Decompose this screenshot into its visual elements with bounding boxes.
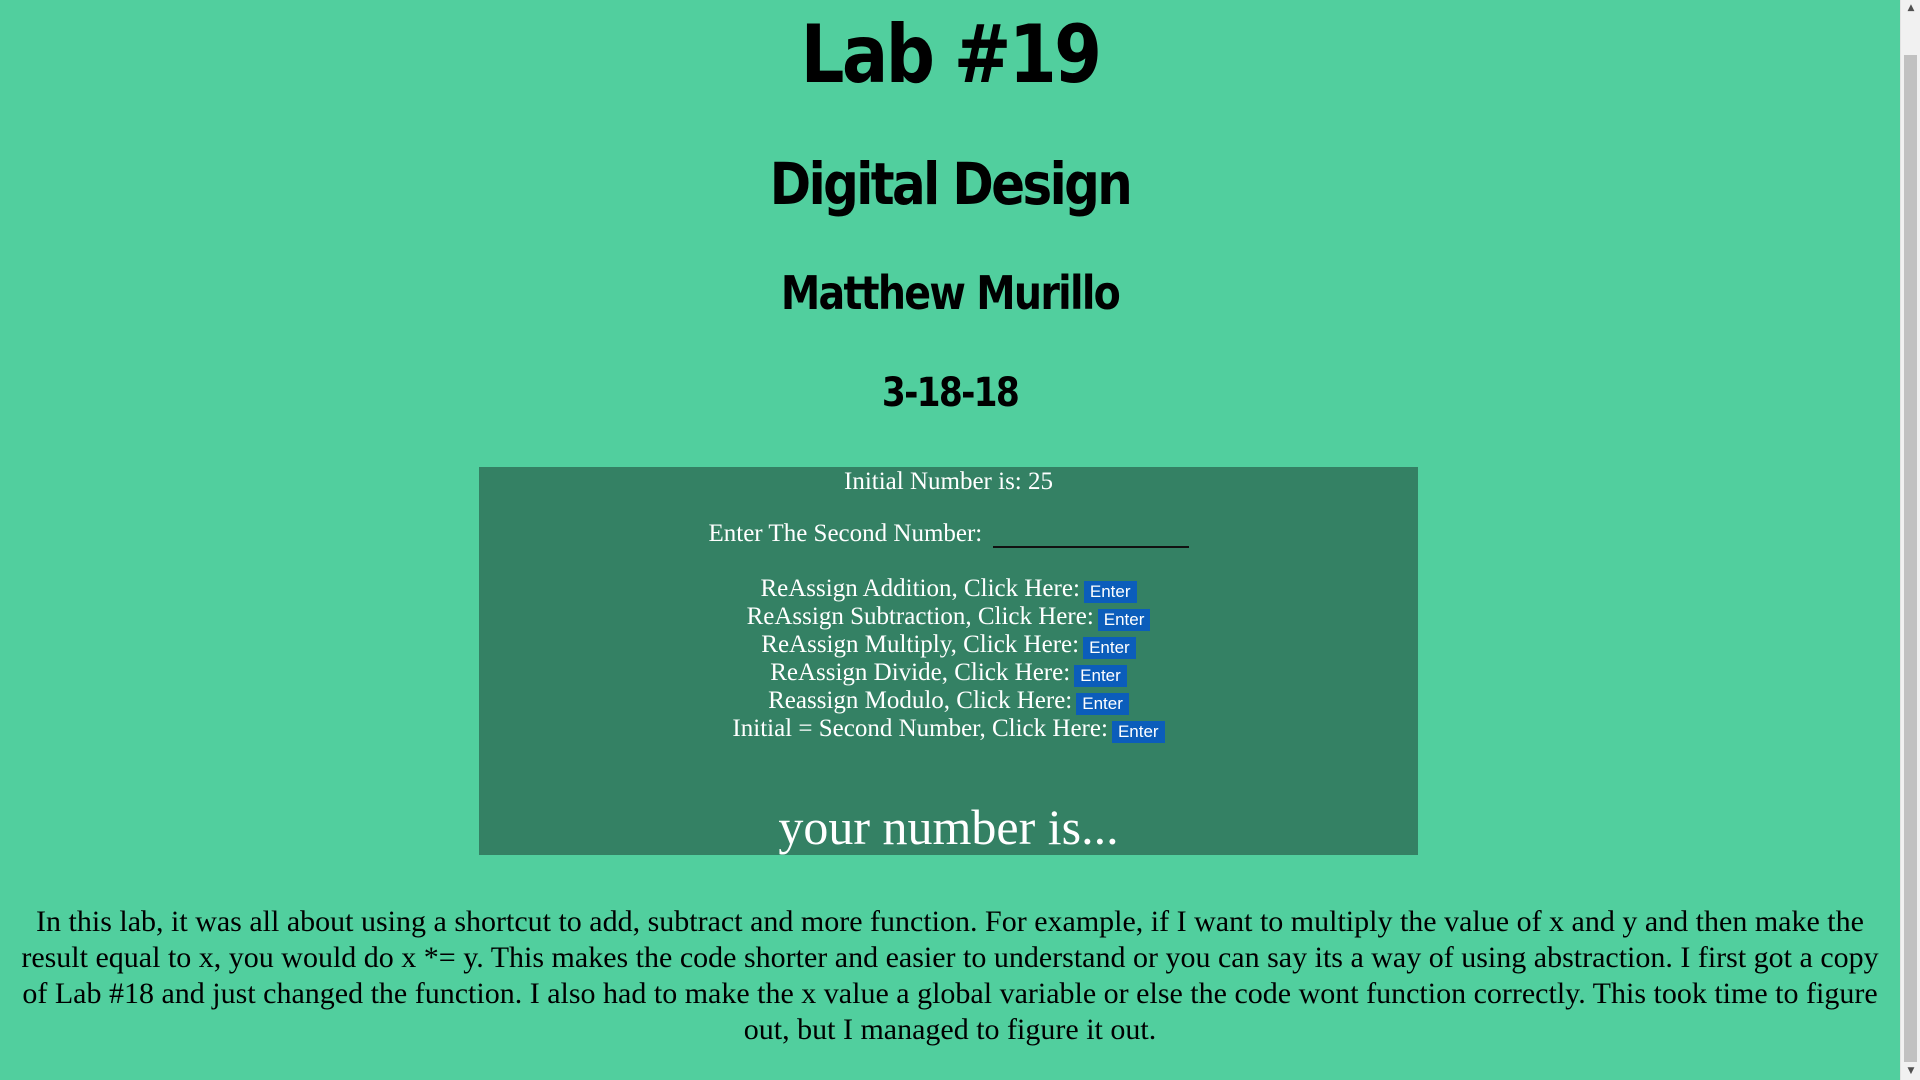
scroll-up-arrow-icon[interactable]: ▲ xyxy=(1901,0,1920,17)
second-number-row: Enter The Second Number: xyxy=(479,519,1418,549)
addition-enter-button[interactable]: Enter xyxy=(1083,581,1137,604)
operation-label-divide: ReAssign Divide, Click Here: xyxy=(770,659,1071,686)
second-number-input[interactable] xyxy=(992,522,1189,549)
operation-label-multiply: ReAssign Multiply, Click Here: xyxy=(761,631,1080,658)
vertical-scrollbar[interactable]: ▲ ▼ xyxy=(1900,0,1920,1080)
lab-description: In this lab, it was all about using a sh… xyxy=(21,905,1879,1046)
operations-list: ReAssign Addition, Click Here: Enter ReAs… xyxy=(479,575,1418,744)
initial-number-text: Initial Number is: 25 xyxy=(844,468,1053,495)
operation-row-modulo: Reassign Modulo, Click Here: Enter xyxy=(479,687,1418,716)
operation-row-addition: ReAssign Addition, Click Here: Enter xyxy=(479,575,1418,604)
operation-label-assign: Initial = Second Number, Click Here: xyxy=(732,715,1108,742)
operation-label-subtraction: ReAssign Subtraction, Click Here: xyxy=(746,603,1094,630)
scroll-down-arrow-icon[interactable]: ▼ xyxy=(1901,1063,1920,1080)
modulo-enter-button[interactable]: Enter xyxy=(1076,693,1129,716)
operation-label-addition: ReAssign Addition, Click Here: xyxy=(760,575,1080,602)
operation-row-divide: ReAssign Divide, Click Here: Enter xyxy=(479,659,1418,688)
operation-label-modulo: Reassign Modulo, Click Here: xyxy=(768,687,1073,714)
page: Lab #19 Digital Design Matthew Murillo 3… xyxy=(0,0,1900,1080)
scrollbar-thumb[interactable] xyxy=(1904,55,1917,1062)
second-number-label: Enter The Second Number: xyxy=(708,520,983,547)
course-title: Digital Design xyxy=(769,150,1133,218)
date: 3-18-18 xyxy=(881,370,1020,416)
operation-row-subtraction: ReAssign Subtraction, Click Here: Enter xyxy=(479,603,1418,632)
page-title: Lab #19 xyxy=(800,8,1102,101)
divide-enter-button[interactable]: Enter xyxy=(1074,665,1127,688)
assign-enter-button[interactable]: Enter xyxy=(1111,721,1165,744)
author-name: Matthew Murillo xyxy=(780,266,1121,320)
calculator-panel: Initial Number is: 25 Enter The Second N… xyxy=(479,467,1418,855)
result-text: your number is... xyxy=(778,799,1119,855)
subtraction-enter-button[interactable]: Enter xyxy=(1097,609,1151,632)
operation-row-assign: Initial = Second Number, Click Here: Ente… xyxy=(479,715,1418,744)
multiply-enter-button[interactable]: Enter xyxy=(1083,637,1136,660)
operation-row-multiply: ReAssign Multiply, Click Here: Enter xyxy=(479,631,1418,660)
